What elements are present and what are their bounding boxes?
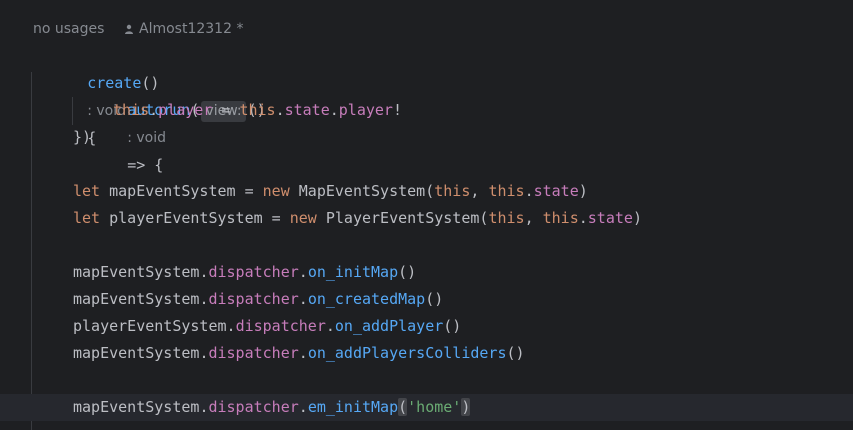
object-name: playerEventSystem bbox=[73, 317, 227, 335]
property: dispatcher bbox=[208, 398, 299, 416]
class-name: MapEventSystem( bbox=[289, 182, 435, 200]
variable-decl: playerEventSystem = bbox=[100, 209, 290, 227]
code-vision-line: no usages Almost12312 * bbox=[0, 16, 853, 43]
this-keyword: this bbox=[434, 182, 471, 200]
code-line-4[interactable]: }) bbox=[0, 124, 853, 151]
matched-open-paren: ( bbox=[398, 398, 408, 416]
new-keyword: new bbox=[262, 182, 290, 200]
let-keyword: let bbox=[73, 209, 101, 227]
code-line-1[interactable]: create() : void { bbox=[0, 43, 853, 147]
code-line-6[interactable]: let mapEventSystem = new MapEventSystem(… bbox=[0, 178, 853, 205]
non-null-assertion: ! bbox=[392, 101, 402, 119]
parens: () bbox=[443, 317, 462, 335]
close-paren: ) bbox=[578, 182, 588, 200]
parens: () bbox=[398, 263, 417, 281]
author-hint[interactable]: Almost12312 * bbox=[124, 16, 243, 43]
comma: , bbox=[524, 209, 543, 227]
dot: . bbox=[325, 317, 335, 335]
string-literal: 'home' bbox=[407, 398, 462, 416]
property: dispatcher bbox=[208, 344, 299, 362]
dot: . bbox=[149, 101, 159, 119]
code-line-3[interactable]: this.player = this.state.player! bbox=[0, 97, 853, 124]
code-line-9[interactable]: mapEventSystem.dispatcher.on_initMap() bbox=[0, 259, 853, 286]
method-call: em_initMap bbox=[307, 398, 399, 416]
parens: () bbox=[506, 344, 525, 362]
object-name: mapEventSystem bbox=[73, 344, 200, 362]
matched-close-paren: ) bbox=[461, 398, 471, 416]
property: state bbox=[284, 101, 330, 119]
dot: . bbox=[226, 317, 236, 335]
code-line-14-current[interactable]: mapEventSystem.dispatcher.em_initMap('ho… bbox=[0, 394, 853, 421]
property: dispatcher bbox=[235, 317, 326, 335]
arrow: => { bbox=[127, 156, 164, 174]
dot: . bbox=[298, 290, 308, 308]
assign: = bbox=[212, 101, 240, 119]
code-line-12[interactable]: mapEventSystem.dispatcher.on_addPlayersC… bbox=[0, 340, 853, 367]
object-name: mapEventSystem bbox=[73, 290, 200, 308]
dot: . bbox=[578, 209, 588, 227]
this-keyword: this bbox=[488, 182, 525, 200]
object-name: mapEventSystem bbox=[73, 263, 200, 281]
property: dispatcher bbox=[208, 290, 299, 308]
dot: . bbox=[298, 398, 308, 416]
method-call: on_addPlayer bbox=[334, 317, 444, 335]
this-keyword: this bbox=[542, 209, 579, 227]
dot: . bbox=[524, 182, 534, 200]
code-line-2[interactable]: autorun(view:() : void => { bbox=[0, 70, 853, 174]
object-name: mapEventSystem bbox=[73, 398, 200, 416]
property: state bbox=[533, 182, 579, 200]
property: player bbox=[338, 101, 393, 119]
dot: . bbox=[298, 344, 308, 362]
property: dispatcher bbox=[208, 263, 299, 281]
comma: , bbox=[470, 182, 489, 200]
this-keyword: this bbox=[113, 101, 150, 119]
class-name: PlayerEventSystem( bbox=[316, 209, 489, 227]
variable-decl: mapEventSystem = bbox=[100, 182, 263, 200]
dot: . bbox=[275, 101, 285, 119]
dot: . bbox=[329, 101, 339, 119]
code-line-10[interactable]: mapEventSystem.dispatcher.on_createdMap(… bbox=[0, 286, 853, 313]
usages-hint[interactable]: no usages bbox=[33, 16, 104, 43]
close-brace: }) bbox=[73, 128, 92, 146]
new-keyword: new bbox=[289, 209, 317, 227]
author-name: Almost12312 * bbox=[139, 21, 244, 37]
dot: . bbox=[298, 263, 308, 281]
person-icon bbox=[125, 24, 133, 34]
let-keyword: let bbox=[73, 182, 101, 200]
this-keyword: this bbox=[488, 209, 525, 227]
parens: () bbox=[425, 290, 444, 308]
this-keyword: this bbox=[239, 101, 276, 119]
property: state bbox=[587, 209, 633, 227]
code-line-7[interactable]: let playerEventSystem = new PlayerEventS… bbox=[0, 205, 853, 232]
method-call: on_initMap bbox=[307, 263, 399, 281]
method-call: on_createdMap bbox=[307, 290, 426, 308]
property: player bbox=[158, 101, 213, 119]
code-line-11[interactable]: playerEventSystem.dispatcher.on_addPlaye… bbox=[0, 313, 853, 340]
method-call: on_addPlayersColliders bbox=[307, 344, 507, 362]
close-paren: ) bbox=[632, 209, 642, 227]
code-editor[interactable]: no usages Almost12312 * create() : void … bbox=[0, 0, 853, 430]
